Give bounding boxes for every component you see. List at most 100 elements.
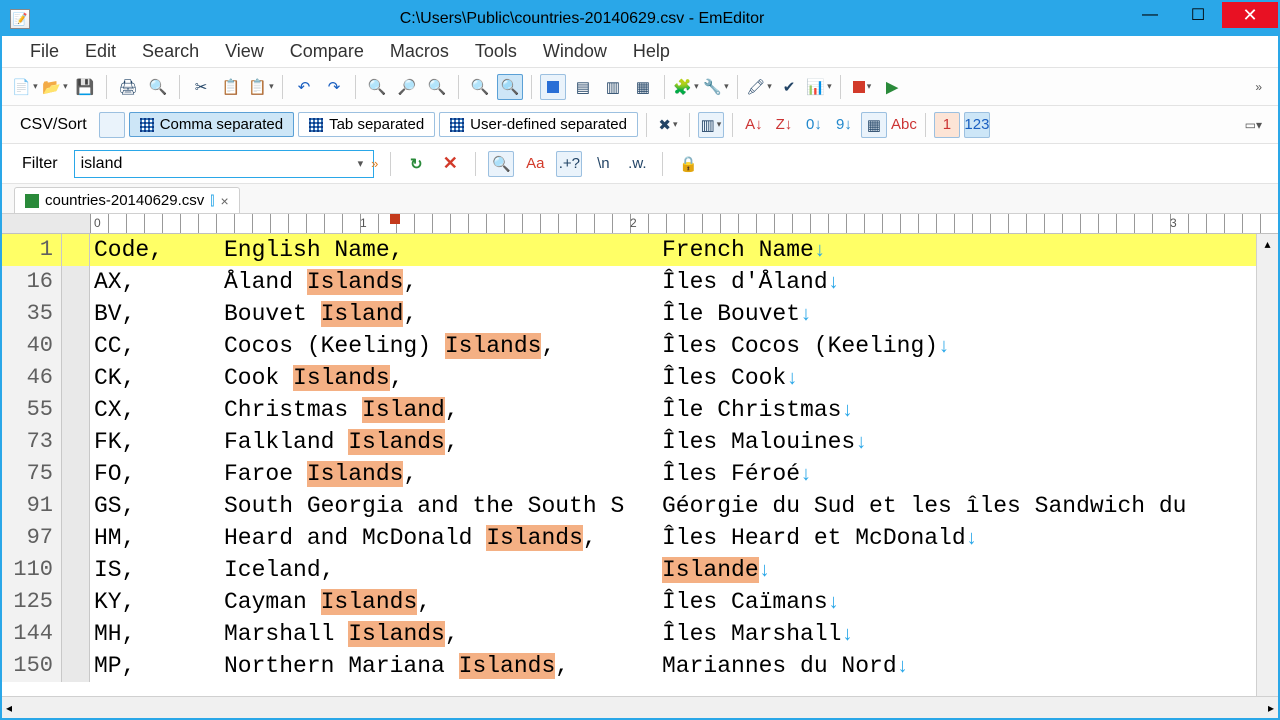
cut-button[interactable]: ✂ (188, 74, 214, 100)
tab-separated-button[interactable]: Tab separated (298, 112, 435, 137)
toolbar-overflow[interactable]: » (1255, 80, 1268, 94)
data-row[interactable]: 150 MP, Northern Mariana Islands, Marian… (2, 650, 1256, 682)
filter-abort-button[interactable]: ✕ (437, 151, 463, 177)
data-row[interactable]: 91 GS, South Georgia and the South S Géo… (2, 490, 1256, 522)
new-file-button[interactable]: 📄 (12, 74, 38, 100)
spell-button[interactable]: ✔ (776, 74, 802, 100)
cell-english: Cayman Islands, (220, 586, 658, 618)
filter-refresh-button[interactable]: ↻ (403, 151, 429, 177)
redo-button[interactable]: ↷ (321, 74, 347, 100)
data-row[interactable]: 144 MH, Marshall Islands, Îles Marshall↓ (2, 618, 1256, 650)
sort-num-asc-button[interactable]: 0↓ (801, 112, 827, 138)
csv-options-button[interactable]: ✖ (655, 112, 681, 138)
data-row[interactable]: 16 AX, Åland Islands, Îles d'Åland↓ (2, 266, 1256, 298)
gutter (62, 458, 90, 490)
tools-button[interactable]: 🔧 (703, 74, 729, 100)
filter-toolbar: Filter ▾ » ↻ ✕ 🔍 Aa .+? \n .w. 🔒 (2, 144, 1278, 184)
output-button[interactable]: ▥ (600, 74, 626, 100)
data-row[interactable]: 75 FO, Faroe Islands, Îles Féroé↓ (2, 458, 1256, 490)
menu-file[interactable]: File (20, 38, 69, 65)
data-row[interactable]: 125 KY, Cayman Islands, Îles Caïmans↓ (2, 586, 1256, 618)
document-tab[interactable]: countries-20140629.csv ⫿ × (14, 187, 240, 213)
print-button[interactable]: 🖨 (115, 74, 141, 100)
marker-button[interactable]: 🖍 (746, 74, 772, 100)
find-in-files-button[interactable]: 🔍 (467, 74, 493, 100)
cell-code: GS, (90, 490, 220, 522)
find-button[interactable]: 🔍 (364, 74, 390, 100)
separator (732, 113, 733, 137)
scroll-right-button[interactable]: ▸ (1268, 701, 1274, 715)
gutter (62, 650, 90, 682)
menu-search[interactable]: Search (132, 38, 209, 65)
line-number: 125 (2, 586, 62, 618)
scroll-up-button[interactable]: ▴ (1257, 234, 1278, 254)
sort-asc-button[interactable]: A↓ (741, 112, 767, 138)
data-row[interactable]: 46 CK, Cook Islands, Îles Cook↓ (2, 362, 1256, 394)
heading-1-button[interactable]: 1 (934, 112, 960, 138)
filter-incremental-button[interactable]: 🔍 (488, 151, 514, 177)
sort-desc-button[interactable]: Z↓ (771, 112, 797, 138)
menu-view[interactable]: View (215, 38, 274, 65)
menu-help[interactable]: Help (623, 38, 680, 65)
copy-button[interactable]: 📋 (218, 74, 244, 100)
undo-button[interactable]: ↶ (291, 74, 317, 100)
data-row[interactable]: 55 CX, Christmas Island, Île Christmas↓ (2, 394, 1256, 426)
maximize-button[interactable]: ☐ (1174, 2, 1222, 28)
filter-input[interactable] (74, 150, 374, 178)
filter-lock-button[interactable]: 🔒 (675, 151, 701, 177)
line-number: 35 (2, 298, 62, 330)
filter-advanced-toggle[interactable]: » (371, 156, 378, 171)
tab-close-button[interactable]: × (220, 193, 228, 209)
ruler-tick: 0 (94, 216, 101, 230)
window-controls: — ☐ ✕ (1126, 2, 1278, 36)
ruler[interactable]: 0 1 2 3 (2, 214, 1278, 234)
vertical-scrollbar[interactable]: ▴ (1256, 234, 1278, 696)
data-row[interactable]: 73 FK, Falkland Islands, Îles Malouines↓ (2, 426, 1256, 458)
header-row[interactable]: 1 Code, English Name, French Name↓ (2, 234, 1256, 266)
menu-edit[interactable]: Edit (75, 38, 126, 65)
menu-macros[interactable]: Macros (380, 38, 459, 65)
data-row[interactable]: 110 IS, Iceland, Islande↓ (2, 554, 1256, 586)
sort-num-desc-button[interactable]: 9↓ (831, 112, 857, 138)
comma-separated-button[interactable]: Comma separated (129, 112, 294, 137)
open-file-button[interactable]: 📂 (42, 74, 68, 100)
config-button[interactable]: 📊 (806, 74, 832, 100)
user-separated-button[interactable]: User-defined separated (439, 112, 638, 137)
sort-options-button[interactable]: ▦ (861, 112, 887, 138)
menu-compare[interactable]: Compare (280, 38, 374, 65)
save-button[interactable]: 💾 (72, 74, 98, 100)
csv-mode-icon[interactable] (99, 112, 125, 138)
plugins-button[interactable]: 🧩 (673, 74, 699, 100)
minimize-button[interactable]: — (1126, 2, 1174, 28)
outline-button[interactable]: ▤ (570, 74, 596, 100)
csv-toolbar-overflow[interactable]: ▭▾ (1245, 118, 1268, 132)
scroll-left-button[interactable]: ◂ (6, 701, 12, 715)
csv-mode-button[interactable] (540, 74, 566, 100)
replace-button[interactable]: 🔎 (394, 74, 420, 100)
filter-regex-button[interactable]: .+? (556, 151, 582, 177)
record-macro-button[interactable] (849, 74, 875, 100)
data-row[interactable]: 40 CC, Cocos (Keeling) Islands, Îles Coc… (2, 330, 1256, 362)
print-preview-button[interactable]: 🔍 (145, 74, 171, 100)
large-file-button[interactable]: ▦ (630, 74, 656, 100)
close-button[interactable]: ✕ (1222, 2, 1278, 28)
find-next-button[interactable]: 🔍 (424, 74, 450, 100)
menu-window[interactable]: Window (533, 38, 617, 65)
filter-escape-button[interactable]: \n (590, 151, 616, 177)
remove-duplicates-button[interactable]: Abc (891, 112, 917, 138)
filter-whole-word-button[interactable]: .w. (624, 151, 650, 177)
run-macro-button[interactable]: ▶ (879, 74, 905, 100)
horizontal-scrollbar[interactable]: ◂ ▸ (2, 696, 1278, 718)
paste-button[interactable]: 📋 (248, 74, 274, 100)
data-row[interactable]: 35 BV, Bouvet Island, Île Bouvet↓ (2, 298, 1256, 330)
columns-button[interactable]: ▥ (698, 112, 724, 138)
menu-tools[interactable]: Tools (465, 38, 527, 65)
filter-case-button[interactable]: Aa (522, 151, 548, 177)
filter-history-dropdown[interactable]: ▾ (358, 157, 364, 170)
filter-toolbar-toggle[interactable]: 🔍 (497, 74, 523, 100)
titlebar[interactable]: C:\Users\Public\countries-20140629.csv -… (2, 2, 1278, 36)
data-row[interactable]: 97 HM, Heard and McDonald Islands, Îles … (2, 522, 1256, 554)
heading-123-button[interactable]: 123 (964, 112, 990, 138)
text-rows[interactable]: 1 Code, English Name, French Name↓ 16 AX… (2, 234, 1256, 696)
separator (664, 75, 665, 99)
